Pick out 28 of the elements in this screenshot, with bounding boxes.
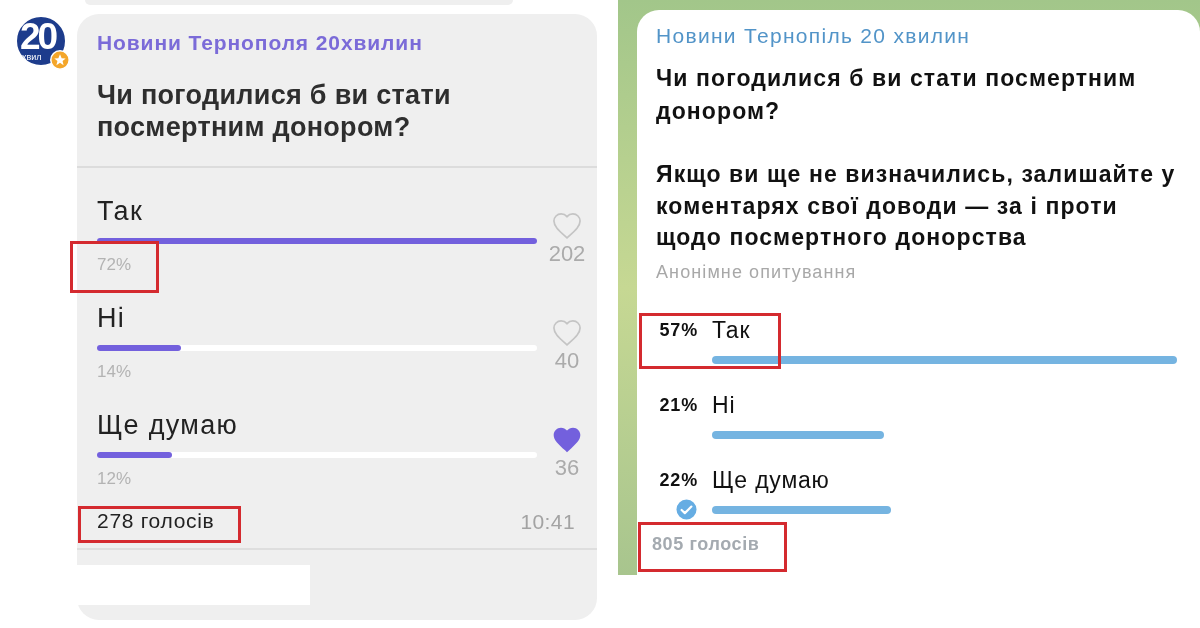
option-percent: 72%: [97, 255, 132, 275]
option-percent: 22%: [659, 468, 698, 492]
option-percent: 12%: [97, 469, 132, 489]
option-label: Так: [712, 315, 751, 344]
option-label: Ні: [712, 390, 736, 419]
vote-count: 202: [548, 241, 586, 267]
poll-question: Чи погодилися б ви стати посмертним донором?: [97, 79, 452, 143]
option-percent: 21%: [659, 393, 698, 417]
channel-name: Новини Тернопіль 20 хвилин: [656, 25, 971, 47]
vote-count: 40: [554, 348, 580, 374]
poll-type-label: Анонімне опитування: [656, 260, 857, 283]
option-label: Ні: [97, 302, 126, 334]
vote-count: 36: [554, 455, 580, 481]
logo-number: 20: [20, 19, 56, 55]
option-label: Так: [97, 195, 143, 227]
total-votes: 805 голосів: [652, 533, 760, 554]
message-time: 10:41: [520, 510, 575, 534]
option-percent: 14%: [97, 362, 132, 382]
poll-description: Якщо ви ще не визначились, залишайте у коментарях свої доводи — за і проти щодо посмертного донорства: [656, 160, 1176, 252]
heart-outline-icon[interactable]: [552, 320, 582, 346]
option-label: Ще думаю: [97, 409, 238, 441]
heart-outline-icon[interactable]: [552, 213, 582, 239]
poll-question: Чи погодилися б ви стати посмертним донором?: [656, 64, 1138, 126]
heart-icon[interactable]: [552, 427, 582, 453]
total-votes: 278 голосів: [97, 509, 215, 532]
option-percent: 57%: [659, 318, 698, 342]
option-label: Ще думаю: [712, 465, 830, 494]
channel-name: Новини Тернополя 20хвилин: [97, 31, 423, 55]
